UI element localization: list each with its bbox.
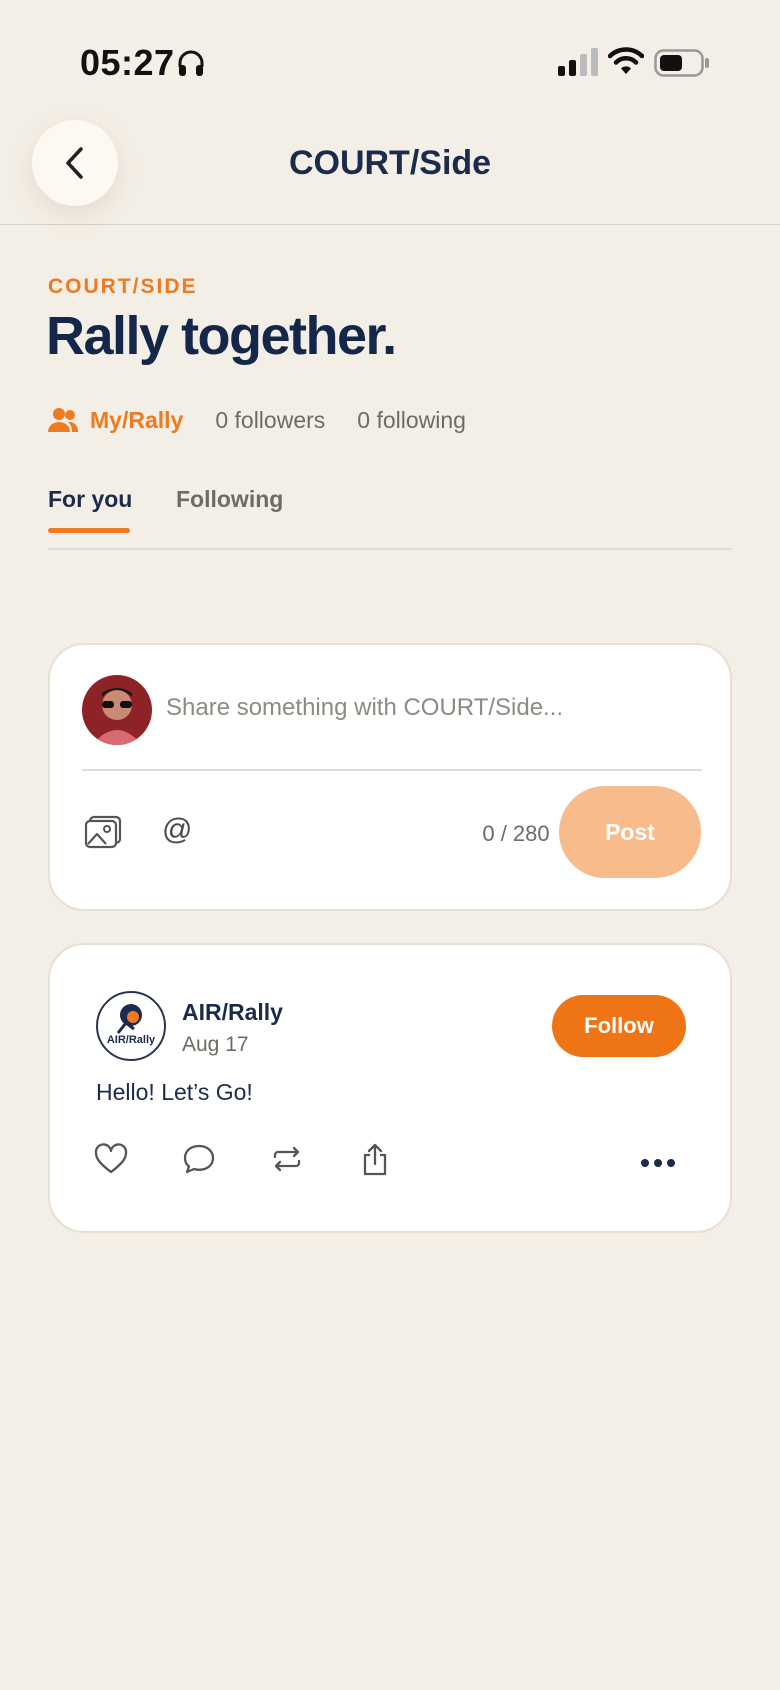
nav-header: COURT/Side: [0, 110, 780, 225]
like-icon[interactable]: [94, 1143, 128, 1180]
composer-card: @ 0 / 280 Post: [48, 643, 732, 911]
eyebrow-label: COURT/SIDE: [48, 275, 198, 298]
cellular-signal-icon: [558, 48, 598, 81]
tab-for-you[interactable]: For you: [48, 486, 132, 513]
profile-meta-row: My/Rally 0 followers 0 following: [48, 402, 466, 438]
wifi-icon: [607, 46, 645, 81]
followers-count[interactable]: 0 followers: [215, 407, 325, 434]
image-icon[interactable]: [84, 815, 122, 854]
feed-tabs: For you Following: [48, 468, 732, 550]
hero-title: Rally together.: [46, 306, 397, 366]
active-tab-indicator: [48, 528, 130, 533]
people-icon: [48, 408, 78, 432]
air-rally-logo: AIR/Rally: [107, 1004, 156, 1046]
logo-text: AIR/Rally: [107, 1034, 156, 1046]
status-bar: 05:27: [0, 0, 780, 110]
post-date: Aug 17: [182, 1033, 249, 1056]
avatar: [82, 675, 152, 745]
battery-icon: [654, 48, 710, 83]
more-options-icon[interactable]: [640, 1155, 676, 1173]
post-author[interactable]: AIR/Rally: [182, 999, 283, 1026]
comment-icon[interactable]: [182, 1143, 216, 1180]
status-time: 05:27: [80, 42, 175, 83]
page-title: COURT/Side: [288, 144, 492, 182]
character-count: 0 / 280: [482, 821, 550, 846]
composer-divider: [82, 769, 702, 771]
post-body: Hello! Let’s Go!: [96, 1079, 253, 1105]
share-icon[interactable]: [360, 1143, 390, 1182]
tab-following[interactable]: Following: [176, 486, 283, 513]
repost-icon[interactable]: [270, 1143, 304, 1180]
author-avatar[interactable]: AIR/Rally: [96, 991, 166, 1061]
headphones-icon: [176, 48, 206, 83]
mention-icon[interactable]: @: [162, 813, 192, 847]
follow-button[interactable]: Follow: [552, 995, 686, 1057]
my-rally-link[interactable]: My/Rally: [90, 407, 183, 434]
post-card: AIR/Rally AIR/Rally Aug 17 Follow Hello!…: [48, 943, 732, 1233]
composer-input[interactable]: [166, 685, 696, 731]
following-count[interactable]: 0 following: [357, 407, 466, 434]
post-button[interactable]: Post: [559, 786, 701, 878]
